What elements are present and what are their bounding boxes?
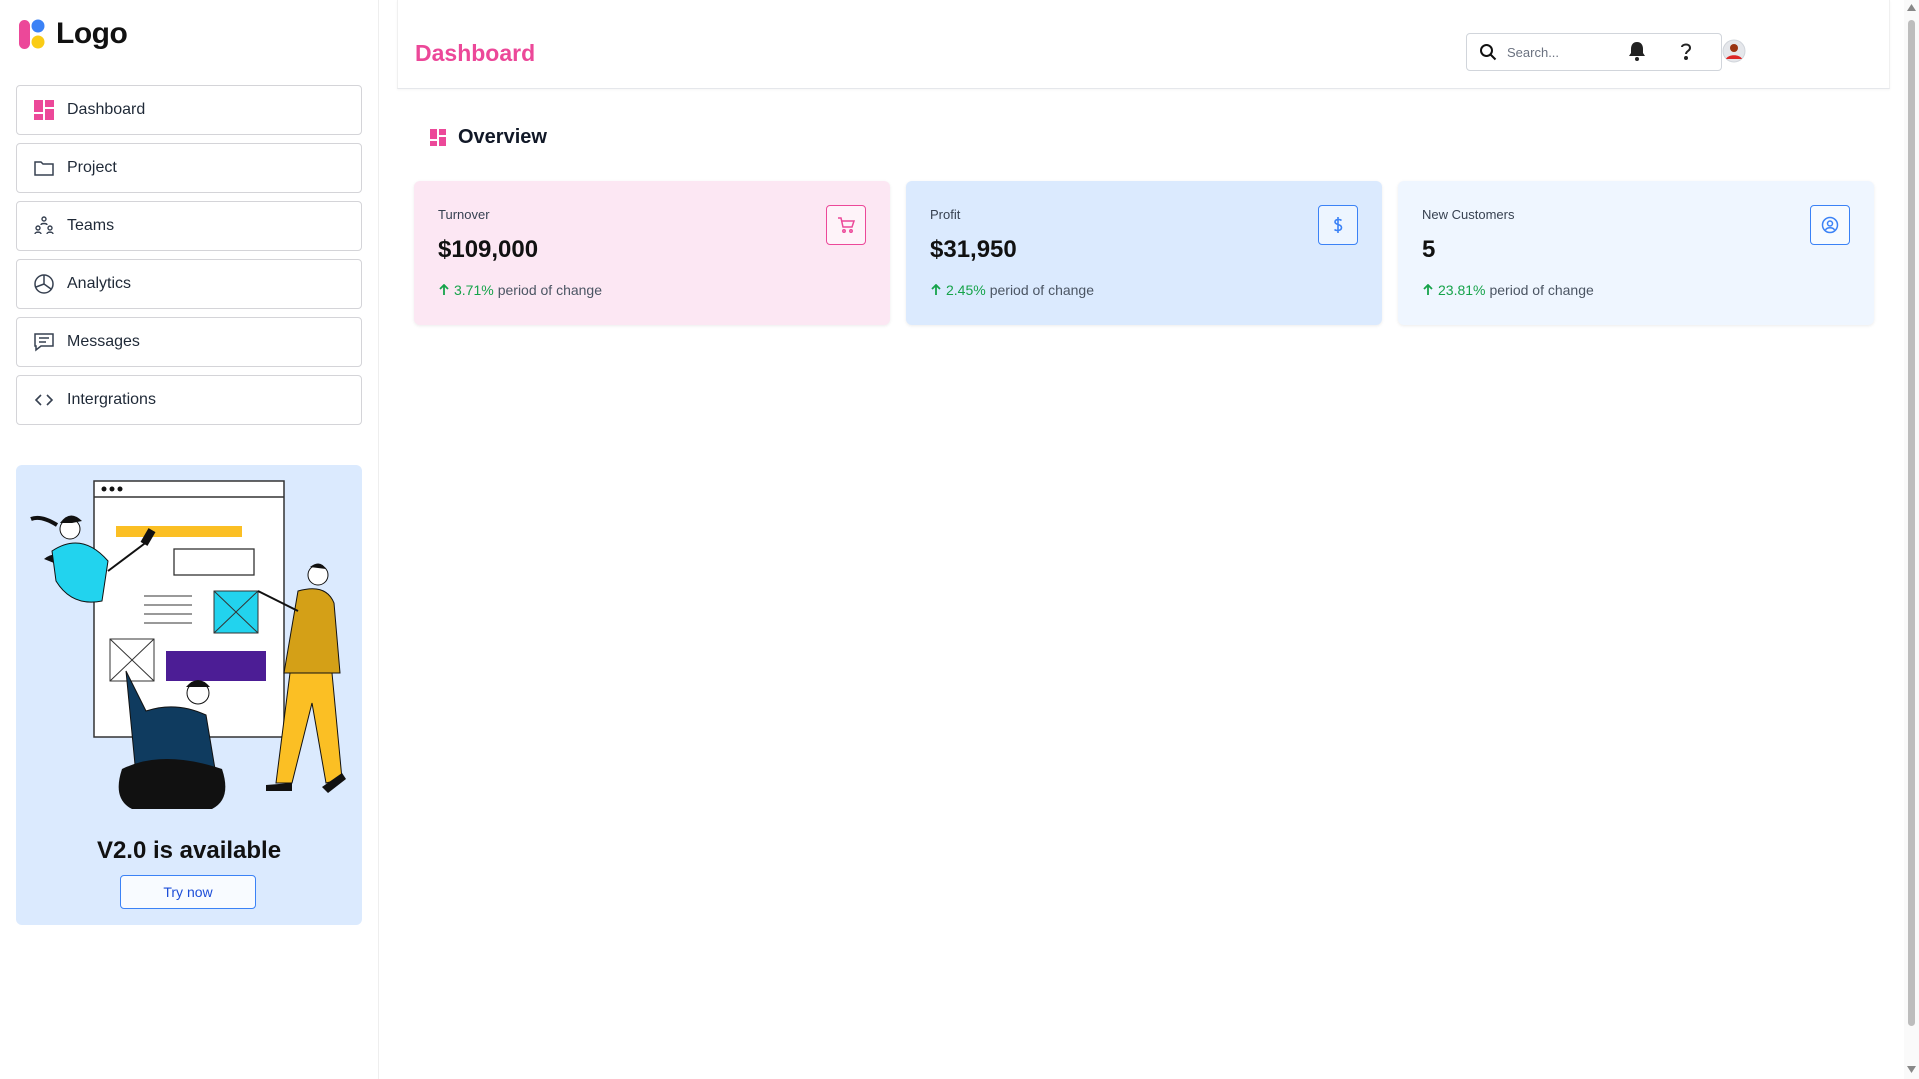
stat-value: $31,950 xyxy=(930,236,1017,263)
stat-label: New Customers xyxy=(1422,207,1515,222)
stat-card-new-customers: New Customers 5 23.81% period of change xyxy=(1398,181,1874,325)
stat-icon-box xyxy=(826,205,866,245)
page-title: Dashboard xyxy=(415,40,536,66)
overview-heading: Overview xyxy=(430,126,547,149)
stat-change-text: period of change xyxy=(989,282,1095,298)
scroll-thumb[interactable] xyxy=(1908,20,1915,1026)
promo-illustration xyxy=(30,480,346,809)
dashboard-icon xyxy=(34,100,54,120)
promo-title: V2.0 is available xyxy=(96,837,282,864)
cart-icon xyxy=(838,217,855,233)
stat-change-percent: 23.81% xyxy=(1438,282,1486,298)
sidebar-item-label: Intergrations xyxy=(67,391,156,408)
stat-change-percent: 3.71% xyxy=(454,282,494,298)
try-now-button[interactable]: Try now xyxy=(120,875,256,909)
sidebar-item-label: Teams xyxy=(67,217,115,234)
user-circle-icon xyxy=(1821,216,1839,234)
bell-icon xyxy=(1629,42,1645,61)
notification-button[interactable] xyxy=(1624,38,1650,64)
sidebar-item-messages[interactable]: Messages xyxy=(16,317,362,367)
stat-card-profit: Profit $31,950 2.45% period of change xyxy=(906,181,1382,325)
sidebar-item-label: Analytics xyxy=(67,275,132,292)
help-button[interactable] xyxy=(1673,38,1699,64)
stat-change: 23.81% period of change xyxy=(1422,282,1594,298)
question-mark-icon xyxy=(1681,43,1692,60)
scroll-down-arrow-icon[interactable] xyxy=(1907,1066,1916,1073)
page-scrollbar[interactable] xyxy=(1904,0,1919,1079)
sidebar-item-teams[interactable]: Teams xyxy=(16,201,362,251)
stat-label: Profit xyxy=(930,207,961,222)
stat-label: Turnover xyxy=(438,207,490,222)
arrow-up-icon xyxy=(931,284,941,295)
sidebar-nav: Dashboard Project Teams Analytics Messag… xyxy=(16,85,362,433)
stat-value: $109,000 xyxy=(438,236,539,263)
logo-text: Logo xyxy=(56,17,128,50)
arrow-up-icon xyxy=(1423,284,1433,295)
stat-change: 2.45% period of change xyxy=(930,282,1094,298)
stat-icon-box xyxy=(1810,205,1850,245)
teams-icon xyxy=(34,216,54,235)
user-avatar[interactable] xyxy=(1721,38,1747,64)
stat-change-text: period of change xyxy=(1489,282,1594,298)
top-header: Dashboard xyxy=(397,0,1890,89)
stat-card-turnover: Turnover $109,000 3.71% period of change xyxy=(414,181,890,325)
folder-icon xyxy=(34,161,54,176)
sidebar-item-analytics[interactable]: Analytics xyxy=(16,259,362,309)
sidebar-item-dashboard[interactable]: Dashboard xyxy=(16,85,362,135)
sidebar-item-project[interactable]: Project xyxy=(16,143,362,193)
logo[interactable]: Logo xyxy=(18,16,128,52)
scroll-up-arrow-icon[interactable] xyxy=(1907,4,1916,11)
sidebar-item-label: Project xyxy=(67,159,117,176)
search-icon xyxy=(1480,44,1497,61)
overview-title: Overview xyxy=(458,126,547,148)
stat-change-percent: 2.45% xyxy=(946,282,986,298)
message-icon xyxy=(34,333,54,352)
stat-icon-box xyxy=(1318,205,1358,245)
avatar-icon xyxy=(1722,39,1746,63)
arrow-up-icon xyxy=(439,284,449,295)
upgrade-promo-card: V2.0 is available Try now xyxy=(16,465,362,925)
stat-change-text: period of change xyxy=(497,282,603,298)
code-icon xyxy=(34,394,54,406)
sidebar-item-label: Dashboard xyxy=(67,101,146,118)
stat-value: 5 xyxy=(1422,236,1436,263)
pie-chart-icon xyxy=(34,274,54,294)
sidebar: Logo Dashboard Project Teams Analytics M… xyxy=(0,0,379,1079)
stat-change: 3.71% period of change xyxy=(438,282,602,298)
dashboard-icon xyxy=(430,128,446,146)
dollar-icon xyxy=(1333,217,1343,233)
sidebar-item-integrations[interactable]: Intergrations xyxy=(16,375,362,425)
logo-icon xyxy=(19,19,45,49)
sidebar-item-label: Messages xyxy=(67,333,140,350)
